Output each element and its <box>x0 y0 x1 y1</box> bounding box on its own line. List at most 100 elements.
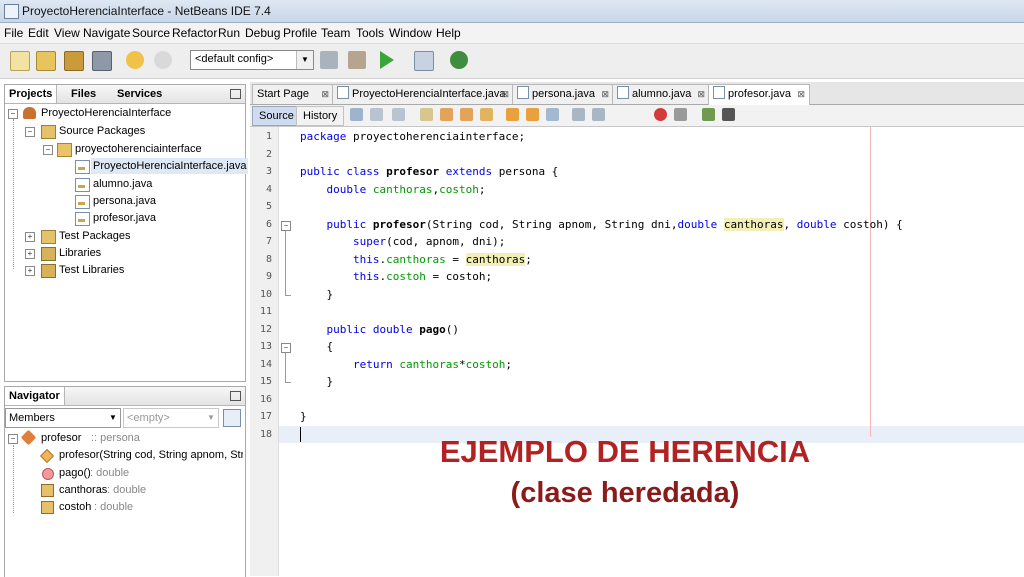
code-line-7[interactable]: super(cod, apnom, dni); <box>300 233 505 251</box>
tree-file-main[interactable]: ProyectoHerenciaInterface.java <box>5 158 249 174</box>
navigator-empty-select[interactable]: <empty> ▼ <box>123 408 219 428</box>
build-hammer-icon[interactable] <box>320 51 338 69</box>
source-view-button[interactable]: Source <box>252 106 301 126</box>
code-line-12[interactable]: public double pago() <box>300 321 459 339</box>
profile-icon[interactable] <box>450 51 468 69</box>
next-bookmark-icon[interactable] <box>526 108 539 121</box>
menu-help[interactable]: Help <box>436 26 461 40</box>
expand-toggle-icon[interactable]: + <box>25 249 35 259</box>
code-line-8[interactable]: this.canthoras = canthoras; <box>300 251 532 269</box>
collapse-toggle-icon[interactable]: − <box>25 127 35 137</box>
code-line-4[interactable]: double canthoras,costoh; <box>300 181 486 199</box>
minimize-icon[interactable] <box>230 391 241 401</box>
menu-navigate[interactable]: Navigate <box>83 26 130 40</box>
last-edit-icon[interactable] <box>350 108 363 121</box>
save-all-icon[interactable] <box>92 51 112 71</box>
tree-test-libraries[interactable]: + Test Libraries <box>5 262 243 278</box>
stop-macro-icon[interactable] <box>674 108 687 121</box>
nav-member-canthoras[interactable]: canthoras : double <box>5 482 243 498</box>
tab-services[interactable]: Services <box>113 85 166 103</box>
menu-debug[interactable]: Debug <box>245 26 280 40</box>
navigator-options-icon[interactable] <box>223 409 241 427</box>
toggle-highlight-icon[interactable] <box>480 108 493 121</box>
shift-left-icon[interactable] <box>572 108 585 121</box>
code-line-9[interactable]: this.costoh = costoh; <box>300 268 492 286</box>
menu-profile[interactable]: Profile <box>283 26 317 40</box>
nav-root[interactable]: − profesor :: persona <box>5 429 243 446</box>
tab-alumno[interactable]: alumno.java ⊠ <box>612 84 710 104</box>
close-icon[interactable]: ⊠ <box>501 85 509 104</box>
tab-start-page[interactable]: Start Page ⊠ <box>252 84 334 104</box>
code-line-13[interactable]: { <box>300 338 334 356</box>
tree-file-persona[interactable]: persona.java <box>5 193 243 209</box>
code-line-6[interactable]: public profesor(String cod, String apnom… <box>300 216 903 234</box>
fold-collapse-icon[interactable]: − <box>281 221 291 231</box>
history-view-button[interactable]: History <box>296 106 345 126</box>
debug-icon[interactable] <box>414 51 434 71</box>
find-selection-icon[interactable] <box>420 108 433 121</box>
close-icon[interactable]: ⊠ <box>697 85 705 104</box>
forward-icon[interactable] <box>392 108 405 121</box>
fold-collapse-icon[interactable]: − <box>281 343 291 353</box>
undo-icon[interactable] <box>126 51 144 69</box>
code-line-17[interactable]: } <box>300 408 307 426</box>
collapse-toggle-icon[interactable]: − <box>8 434 18 444</box>
menu-view[interactable]: View <box>54 26 80 40</box>
close-icon[interactable]: ⊠ <box>321 85 329 104</box>
menu-run[interactable]: Run <box>218 26 240 40</box>
start-macro-icon[interactable] <box>654 108 667 121</box>
clean-build-icon[interactable] <box>348 51 366 69</box>
comment-icon[interactable] <box>702 108 715 121</box>
toggle-bookmark-icon[interactable] <box>546 108 559 121</box>
open-project-icon[interactable] <box>64 51 84 71</box>
code-line-14[interactable]: return canthoras*costoh; <box>300 356 512 374</box>
find-next-icon[interactable] <box>460 108 473 121</box>
expand-toggle-icon[interactable]: + <box>25 266 35 276</box>
tree-libraries[interactable]: + Libraries <box>5 245 243 261</box>
menu-tools[interactable]: Tools <box>356 26 384 40</box>
tab-proyectoherenciainterface[interactable]: ProyectoHerenciaInterface.java ⊠ <box>332 84 514 104</box>
project-coffee-icon <box>23 107 36 119</box>
tree-package[interactable]: − proyectoherenciainterface <box>5 141 243 157</box>
code-line-15[interactable]: } <box>300 373 334 391</box>
menu-edit[interactable]: Edit <box>28 26 49 40</box>
menu-file[interactable]: File <box>4 26 23 40</box>
tab-persona[interactable]: persona.java ⊠ <box>512 84 614 104</box>
menu-refactor[interactable]: Refactor <box>172 26 217 40</box>
collapse-toggle-icon[interactable]: − <box>43 145 53 155</box>
close-icon[interactable]: ⊠ <box>601 85 609 104</box>
nav-member-costoh[interactable]: costoh : double <box>5 499 243 515</box>
tree-test-packages[interactable]: + Test Packages <box>5 228 243 244</box>
code-line-10[interactable]: } <box>300 286 334 304</box>
navigator-filter-select[interactable]: Members ▼ <box>5 408 121 428</box>
new-file-icon[interactable] <box>10 51 30 71</box>
tab-files[interactable]: Files <box>67 85 100 103</box>
run-icon[interactable] <box>380 51 394 69</box>
tree-file-alumno[interactable]: alumno.java <box>5 176 243 192</box>
find-previous-icon[interactable] <box>440 108 453 121</box>
config-select[interactable]: <default config> ▼ <box>190 50 314 70</box>
menu-team[interactable]: Team <box>321 26 350 40</box>
close-icon[interactable]: ⊠ <box>797 85 805 104</box>
collapse-toggle-icon[interactable]: − <box>8 109 18 119</box>
back-icon[interactable] <box>370 108 383 121</box>
minimize-icon[interactable] <box>230 89 241 99</box>
tab-navigator[interactable]: Navigator <box>5 387 65 405</box>
tree-project[interactable]: − ProyectoHerenciaInterface <box>5 105 243 121</box>
expand-toggle-icon[interactable]: + <box>25 232 35 242</box>
tree-file-profesor[interactable]: profesor.java <box>5 210 243 226</box>
menu-source[interactable]: Source <box>132 26 170 40</box>
menu-window[interactable]: Window <box>389 26 432 40</box>
tab-profesor[interactable]: profesor.java ⊠ <box>708 84 810 105</box>
tree-source-packages[interactable]: − Source Packages <box>5 123 243 139</box>
tab-projects[interactable]: Projects <box>5 85 58 103</box>
code-line-3[interactable]: public class profesor extends persona { <box>300 163 558 181</box>
previous-bookmark-icon[interactable] <box>506 108 519 121</box>
code-line-1[interactable]: package proyectoherenciainterface; <box>300 128 525 146</box>
uncomment-icon[interactable] <box>722 108 735 121</box>
new-project-icon[interactable] <box>36 51 56 71</box>
shift-right-icon[interactable] <box>592 108 605 121</box>
redo-icon[interactable] <box>154 51 172 69</box>
nav-member-pago[interactable]: pago() : double <box>5 465 243 481</box>
nav-member-constructor[interactable]: profesor(String cod, String apnom, Strin… <box>5 447 243 463</box>
